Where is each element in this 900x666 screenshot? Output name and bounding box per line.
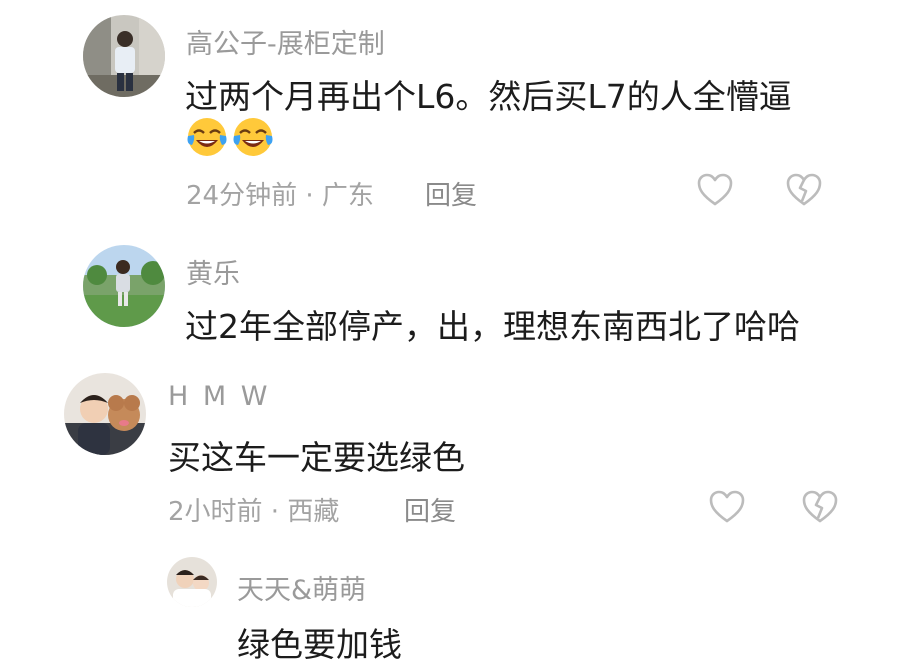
comment-text: 过两个月再出个L6。然后买L7的人全懵逼	[185, 77, 792, 116]
username[interactable]: H M W	[168, 381, 270, 412]
timestamp: 24分钟前	[186, 181, 298, 211]
tears-of-joy-emoji-icon	[187, 118, 227, 156]
comment-text: 绿色要加钱	[237, 625, 402, 664]
meta-separator: ·	[262, 497, 288, 527]
username[interactable]: 黄乐	[186, 252, 240, 291]
meta-separator: ·	[297, 181, 322, 211]
comment-text: 买这车一定要选绿色	[168, 438, 465, 477]
username[interactable]: 天天&萌萌	[237, 568, 366, 607]
comment-meta: 2小时前 · 西藏	[168, 491, 339, 528]
location: 广东	[321, 181, 374, 211]
avatar[interactable]	[83, 15, 165, 97]
location: 西藏	[287, 497, 340, 527]
avatar[interactable]	[64, 373, 146, 455]
comment-text: 过2年全部停产，出，理想东南西北了哈哈	[185, 307, 800, 346]
dislike-button[interactable]	[802, 490, 838, 524]
tears-of-joy-emoji-icon	[233, 118, 273, 156]
emoji-row	[186, 116, 274, 158]
comment-meta: 24分钟前 · 广东	[186, 175, 374, 212]
like-button[interactable]	[709, 490, 745, 524]
avatar[interactable]	[83, 245, 165, 327]
like-button[interactable]	[697, 173, 733, 207]
heart-outline-icon	[697, 173, 733, 206]
timestamp: 2小时前	[168, 497, 263, 527]
username[interactable]: 高公子-展柜定制	[186, 22, 385, 61]
broken-heart-icon	[802, 490, 838, 523]
dislike-button[interactable]	[786, 173, 822, 207]
reply-button[interactable]: 回复	[425, 175, 477, 212]
heart-outline-icon	[709, 490, 745, 523]
broken-heart-icon	[786, 173, 822, 206]
reply-button[interactable]: 回复	[404, 491, 456, 528]
avatar[interactable]	[167, 557, 217, 607]
